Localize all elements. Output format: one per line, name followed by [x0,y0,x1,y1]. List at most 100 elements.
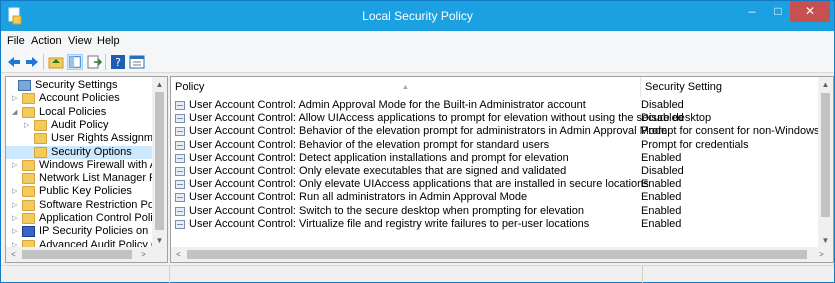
toolbar-separator [43,54,44,70]
status-bar-segment [169,266,170,283]
export-list-icon[interactable] [86,54,102,70]
expand-arrow-icon[interactable]: ▷ [12,199,20,212]
tree-horizontal-scrollbar[interactable]: < > [6,247,167,262]
tree-item[interactable]: ▷ Account Policies [6,92,152,105]
policy-name: User Account Control: Admin Approval Mod… [189,99,586,111]
detail-hscroll-thumb[interactable] [187,250,807,259]
expand-arrow-icon[interactable]: ▷ [12,212,20,225]
maximize-button[interactable]: □ [765,1,791,22]
policy-setting-icon [175,114,185,124]
menu-file[interactable]: File [7,35,25,47]
tree-item[interactable]: ▷ Audit Policy [6,119,152,132]
forward-icon[interactable] [24,54,40,70]
collapse-arrow-icon[interactable]: ◢ [12,106,20,119]
main-window: Local Security Policy – □ ✕ File Action … [0,0,835,283]
policy-setting-icon [175,193,185,203]
menu-view[interactable]: View [68,35,92,47]
detail-horizontal-scrollbar[interactable]: < > [171,247,833,262]
tree-item[interactable]: Network List Manager Po [6,172,163,185]
expand-arrow-icon[interactable]: ▷ [24,119,32,132]
tree-item[interactable]: ▷ Application Control Polic [6,212,158,225]
help-icon[interactable]: ? [110,54,126,70]
scroll-left-arrow[interactable]: < [6,247,21,262]
title-bar[interactable]: Local Security Policy – □ ✕ [1,1,834,31]
scroll-up-arrow[interactable]: ▲ [818,77,833,92]
security-setting-value: Enabled [641,178,682,191]
scroll-left-arrow[interactable]: < [171,247,186,262]
tree-item-label: Local Policies [39,105,107,118]
scroll-up-arrow[interactable]: ▲ [152,77,167,92]
policy-setting-icon [175,180,185,190]
detail-pane[interactable]: Policy ▲ Security Setting User Account C… [170,76,834,263]
security-setting-value: Enabled [641,151,682,164]
tree-item[interactable]: Security Options [6,145,152,159]
status-bar-segment [642,266,643,283]
column-header-setting-label: Security Setting [645,81,723,93]
policy-row[interactable]: User Account Control: Detect application… [171,152,831,165]
tree-hscroll-thumb[interactable] [22,250,132,259]
show-hide-tree-icon[interactable] [67,54,83,70]
tree-item[interactable]: ▷ Software Restriction Polic [6,199,164,212]
policy-row[interactable]: User Account Control: Only elevate execu… [171,165,831,178]
security-setting-value: Disabled [641,112,684,125]
column-header-security-setting[interactable]: Security Setting [641,77,831,97]
detail-scroll-thumb[interactable] [821,93,830,217]
tree-item-label: Software Restriction Polic [39,198,165,211]
menu-help[interactable]: Help [97,35,120,47]
close-button[interactable]: ✕ [790,1,830,22]
security-setting-value: Enabled [641,204,682,217]
expand-arrow-icon[interactable]: ▷ [12,225,20,238]
policy-name: User Account Control: Only elevate UIAcc… [189,178,649,191]
tree-item[interactable]: Security Settings [6,79,152,92]
tree-item[interactable]: ◢ Local Policies [6,106,152,119]
window-title: Local Security Policy [362,9,473,23]
tree-item-label: Network List Manager Po [39,172,163,185]
back-icon[interactable] [6,54,22,70]
tree-item[interactable]: User Rights Assignme [6,132,159,145]
column-header-policy[interactable]: Policy ▲ [171,77,641,97]
folder-icon [22,93,35,105]
toolbar-separator [105,54,106,70]
policy-row[interactable]: User Account Control: Run all administra… [171,191,831,204]
security-setting-value: Disabled [641,165,684,177]
policy-row[interactable]: User Account Control: Switch to the secu… [171,205,831,218]
up-folder-icon[interactable] [48,54,64,70]
scroll-down-arrow[interactable]: ▼ [818,233,833,248]
expand-arrow-icon[interactable]: ▷ [12,185,20,198]
scroll-right-arrow[interactable]: > [136,247,151,262]
scroll-right-arrow[interactable]: > [814,247,829,262]
detail-vertical-scrollbar[interactable]: ▲ ▼ [818,77,833,248]
policy-setting-icon [175,153,185,163]
policy-setting-icon [175,167,185,176]
tree-item[interactable]: ▷ Public Key Policies [6,185,152,198]
folder-icon [22,173,35,185]
policy-row[interactable]: User Account Control: Behavior of the el… [171,139,831,152]
tree-item[interactable]: ▷ IP Security Policies on Loc [6,225,167,238]
folder-icon [22,186,35,198]
tree-vertical-scrollbar[interactable]: ▲ ▼ [152,77,167,248]
security-setting-value: Prompt for consent for non-Windows binar… [641,125,833,138]
tree-item[interactable]: ▷ Windows Firewall with Ac [6,159,162,172]
policy-row[interactable]: User Account Control: Only elevate UIAcc… [171,178,831,191]
menu-action[interactable]: Action [31,35,62,47]
tree-item-label: Audit Policy [51,118,109,131]
properties-icon[interactable] [129,54,145,70]
tree-scroll-thumb[interactable] [155,92,164,230]
scroll-down-arrow[interactable]: ▼ [152,233,167,248]
security-setting-value: Enabled [641,191,682,204]
security-setting-value: Prompt for credentials [641,138,749,151]
tree-item-label: Security Options [51,145,132,158]
policy-row[interactable]: User Account Control: Behavior of the el… [171,125,833,138]
expand-arrow-icon[interactable]: ▷ [12,159,20,172]
tree-pane[interactable]: Security Settings ▷ Account Policies ◢ Local… [5,76,168,263]
policy-row[interactable]: User Account Control: Allow UIAccess app… [171,112,831,125]
policy-row[interactable]: User Account Control: Virtualize file an… [171,218,831,231]
policy-row[interactable]: User Account Control: Admin Approval Mod… [171,99,831,112]
policy-name: User Account Control: Virtualize file an… [189,217,590,230]
policy-setting-icon [175,140,185,150]
expand-arrow-icon[interactable]: ▷ [12,92,20,105]
minimize-button[interactable]: – [739,1,765,22]
policy-name: User Account Control: Only elevate execu… [189,165,567,177]
security-setting-value: Enabled [641,217,682,230]
policy-setting-icon [175,127,185,137]
